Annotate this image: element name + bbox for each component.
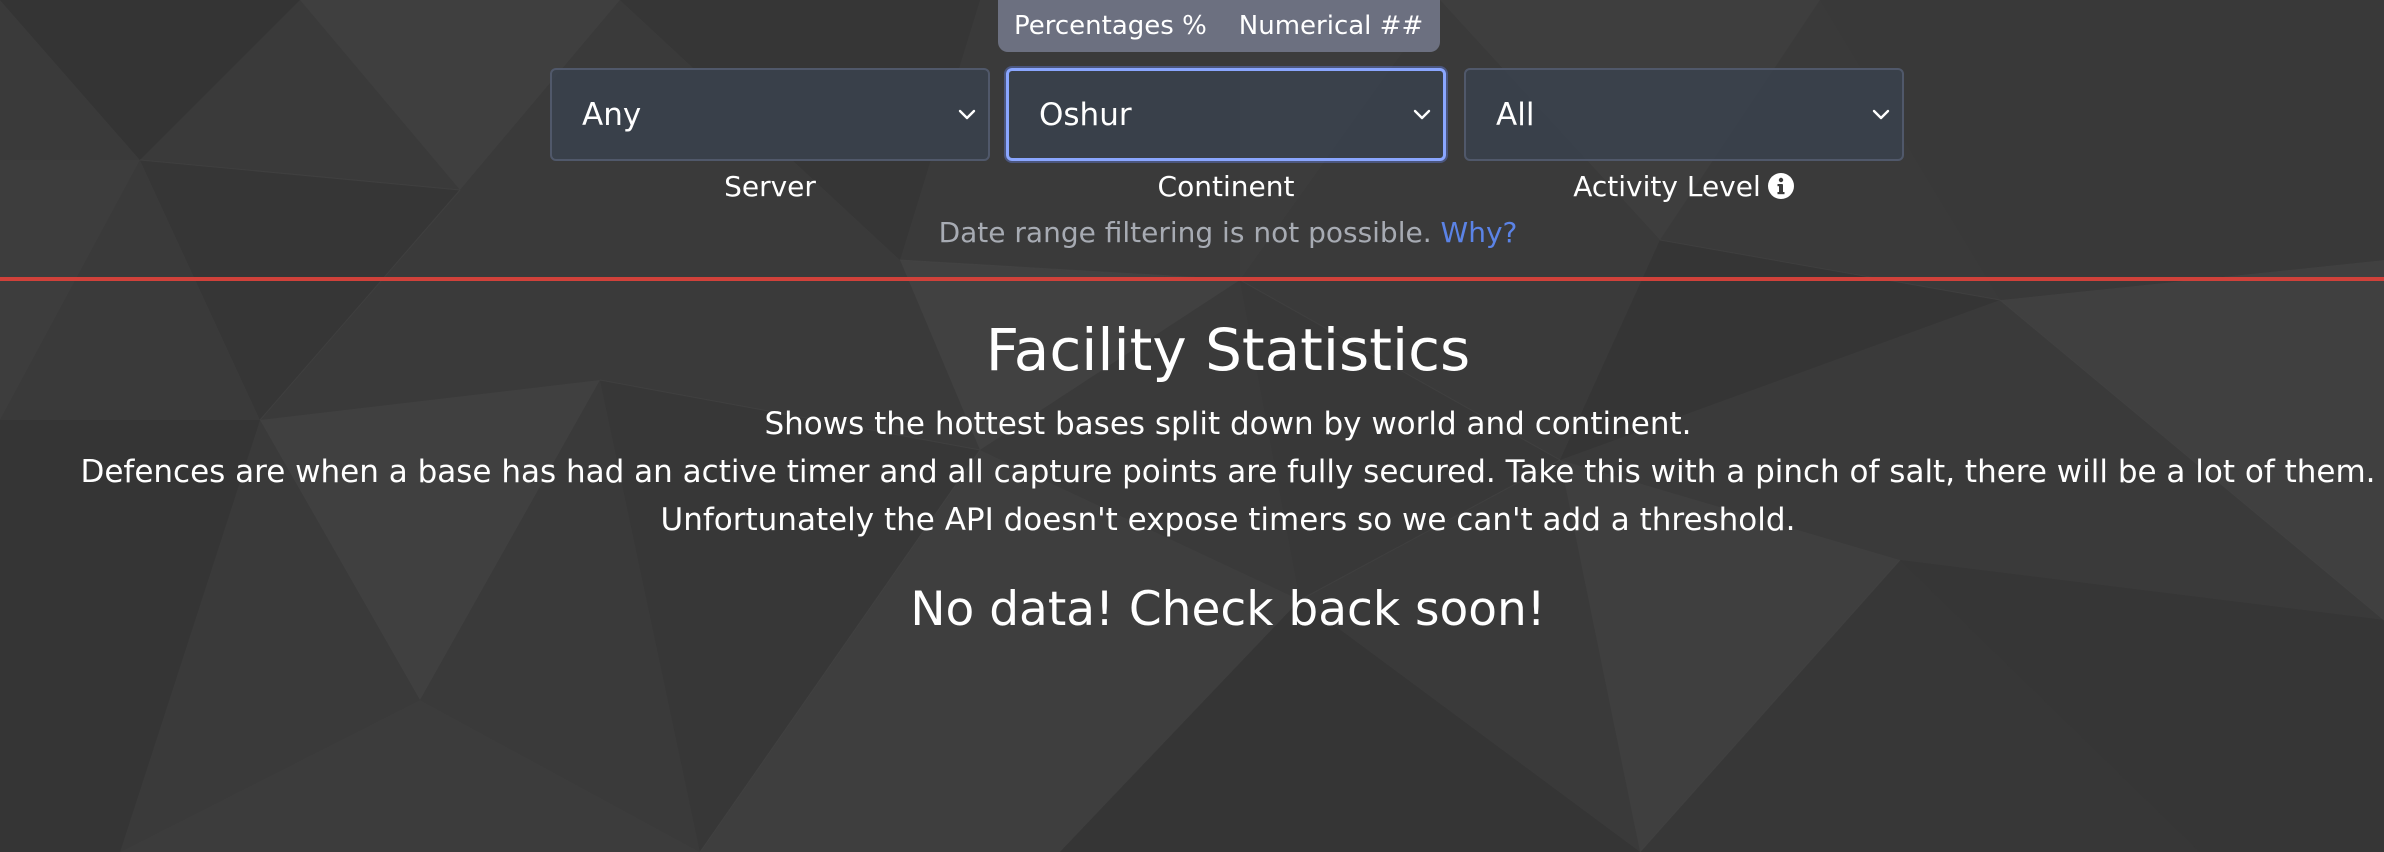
date-range-note-text: Date range filtering is not possible. bbox=[938, 216, 1432, 249]
info-icon[interactable] bbox=[1767, 172, 1795, 200]
server-select-value: Any bbox=[582, 96, 642, 133]
activity-level-label: Activity Level bbox=[1573, 170, 1761, 203]
server-select[interactable]: Any bbox=[550, 68, 990, 161]
empty-state-message: No data! Check back soon! bbox=[910, 582, 1546, 637]
section-divider bbox=[0, 277, 2384, 281]
numerical-toggle-button[interactable]: Numerical ## bbox=[1239, 11, 1423, 41]
continent-select[interactable]: Oshur bbox=[1006, 68, 1446, 161]
description-line: Defences are when a base has had an acti… bbox=[80, 454, 2376, 490]
percentages-toggle-button[interactable]: Percentages % bbox=[1014, 11, 1207, 41]
display-mode-toggle: Percentages % Numerical ## bbox=[998, 0, 1440, 52]
continent-select-value: Oshur bbox=[1039, 96, 1132, 133]
activity-level-select[interactable]: All bbox=[1464, 68, 1904, 161]
activity-level-select-value: All bbox=[1496, 96, 1535, 133]
description-line: Unfortunately the API doesn't expose tim… bbox=[660, 502, 1796, 538]
server-label: Server bbox=[724, 170, 816, 203]
chevron-down-icon bbox=[1413, 109, 1431, 119]
chevron-down-icon bbox=[1872, 109, 1890, 119]
description-line: Shows the hottest bases split down by wo… bbox=[764, 406, 1692, 442]
why-link[interactable]: Why? bbox=[1441, 216, 1518, 249]
page-title: Facility Statistics bbox=[985, 316, 1471, 384]
chevron-down-icon bbox=[958, 109, 976, 119]
date-range-note: Date range filtering is not possible. Wh… bbox=[0, 216, 2384, 249]
activity-level-label-row: Activity Level bbox=[1464, 170, 1904, 203]
continent-label: Continent bbox=[1157, 170, 1295, 203]
